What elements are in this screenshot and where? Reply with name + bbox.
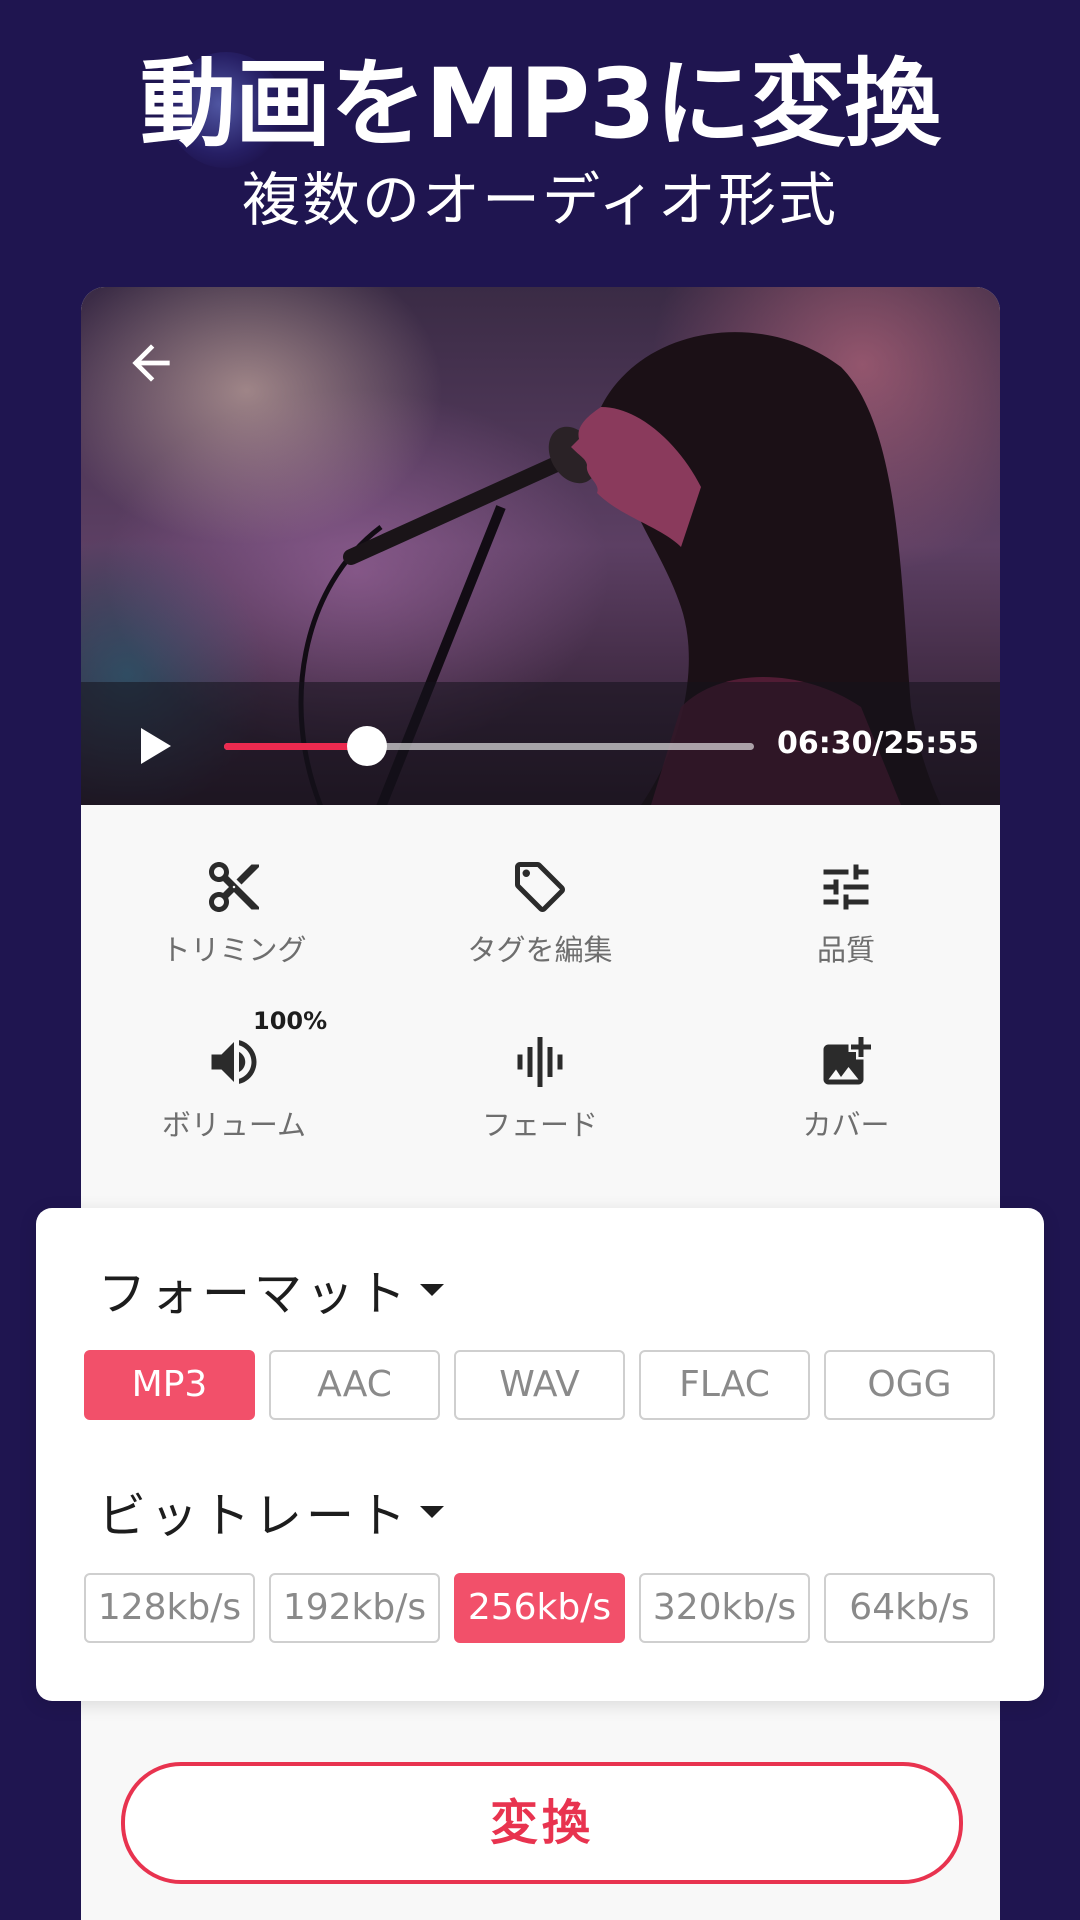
seek-bar[interactable]	[224, 726, 754, 766]
format-option-aac[interactable]: AAC	[269, 1350, 440, 1420]
bitrate-option-320kbs[interactable]: 320kb/s	[639, 1573, 810, 1643]
bitrate-options: 128kb/s 192kb/s 256kb/s 320kb/s 64kb/s	[84, 1573, 998, 1643]
format-option-wav[interactable]: WAV	[454, 1350, 625, 1420]
tool-trim[interactable]: トリミング	[81, 857, 387, 969]
bitrate-option-256kbs[interactable]: 256kb/s	[454, 1573, 625, 1643]
tool-trim-label: トリミング	[161, 933, 307, 967]
playback-time: 06:30/25:55	[777, 726, 979, 761]
back-arrow-icon[interactable]	[123, 335, 179, 391]
format-dropdown-icon[interactable]	[420, 1284, 444, 1296]
seek-bar-progress	[224, 743, 368, 750]
add-image-icon	[823, 1037, 871, 1085]
tool-quality[interactable]: 品質	[693, 857, 999, 969]
bitrate-title[interactable]: ビットレート	[98, 1476, 410, 1546]
tool-quality-label: 品質	[816, 933, 875, 967]
format-options: MP3 AAC WAV FLAC OGG	[84, 1350, 998, 1420]
format-option-mp3[interactable]: MP3	[84, 1350, 255, 1420]
tool-fade-label: フェード	[481, 1108, 598, 1142]
tool-cover[interactable]: カバー	[693, 1032, 999, 1144]
headline: 動画をMP3に変換	[140, 48, 941, 160]
tool-cover-label: カバー	[802, 1108, 890, 1142]
video-player[interactable]: 06:30/25:55	[81, 287, 1000, 805]
options-sheet: フォーマット MP3 AAC WAV FLAC OGG ビットレート 128kb/s 19…	[36, 1208, 1044, 1701]
format-option-flac[interactable]: FLAC	[639, 1350, 810, 1420]
playback-controls: 06:30/25:55	[81, 682, 1000, 805]
play-icon[interactable]	[129, 722, 177, 770]
bitrate-option-128kbs[interactable]: 128kb/s	[84, 1573, 255, 1643]
volume-badge: 100%	[253, 1007, 328, 1035]
tool-volume-label: ボリューム	[161, 1108, 307, 1142]
tool-edit-tags[interactable]: タグを編集	[387, 857, 693, 969]
sliders-icon	[823, 864, 869, 910]
scissors-icon	[209, 862, 259, 912]
tag-icon	[515, 862, 565, 912]
convert-button[interactable]: 変換	[121, 1762, 963, 1884]
volume-icon	[211, 1040, 257, 1084]
bitrate-option-64kbs[interactable]: 64kb/s	[824, 1573, 995, 1643]
seek-handle[interactable]	[347, 726, 388, 766]
format-title[interactable]: フォーマット	[98, 1254, 410, 1324]
tool-volume[interactable]: ボリューム	[81, 1032, 387, 1144]
format-option-ogg[interactable]: OGG	[824, 1350, 995, 1420]
subheadline: 複数のオーディオ形式	[242, 166, 838, 234]
waveform-icon	[517, 1037, 563, 1087]
tool-edit-tags-label: タグを編集	[467, 933, 613, 967]
tool-fade[interactable]: フェード	[387, 1032, 693, 1144]
bitrate-option-192kbs[interactable]: 192kb/s	[269, 1573, 440, 1643]
bitrate-dropdown-icon[interactable]	[420, 1506, 444, 1518]
